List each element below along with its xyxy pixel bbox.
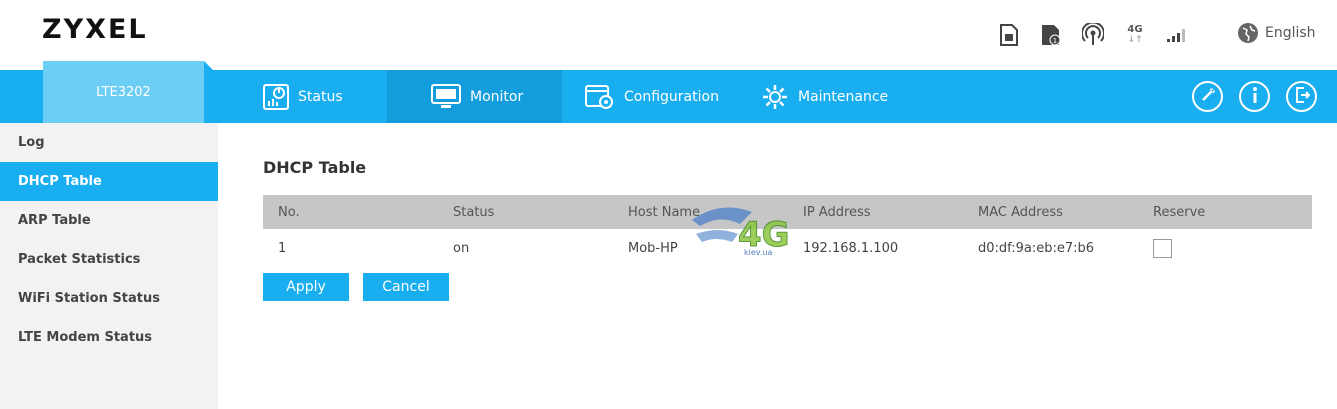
model-tab: LTE3202 xyxy=(43,61,213,123)
nav-configuration[interactable]: Configuration xyxy=(585,70,719,123)
wand-icon xyxy=(1200,87,1216,107)
cancel-button[interactable]: Cancel xyxy=(363,273,449,301)
table-header: No. Status Host Name IP Address MAC Addr… xyxy=(263,195,1312,229)
reserve-checkbox[interactable] xyxy=(1153,238,1172,258)
network-type-label: 4G xyxy=(1127,24,1143,35)
column-header-host-name: Host Name xyxy=(628,204,701,220)
zyxel-logo: ZYXEL xyxy=(42,14,148,45)
nav-maintenance-label: Maintenance xyxy=(798,88,889,105)
nav-status-label: Status xyxy=(298,88,343,105)
cell-status: on xyxy=(453,240,470,256)
model-name: LTE3202 xyxy=(96,84,151,100)
language-label: English xyxy=(1265,25,1316,41)
sidebar-item-label: WiFi Station Status xyxy=(18,291,160,306)
nav-monitor-label: Monitor xyxy=(470,88,524,105)
column-header-ip-address: IP Address xyxy=(803,204,871,220)
sidebar-item-dhcp-table[interactable]: DHCP Table xyxy=(0,162,218,201)
sidebar-item-label: LTE Modem Status xyxy=(18,330,153,345)
sidebar-item-label: DHCP Table xyxy=(18,174,102,189)
sidebar-item-wifi-station-status[interactable]: WiFi Station Status xyxy=(0,279,218,318)
cell-host-name: Mob-HP xyxy=(628,240,678,256)
table-row: 1 on Mob-HP 192.168.1.100 d0:df:9a:eb:e7… xyxy=(263,229,1312,267)
column-header-status: Status xyxy=(453,204,495,220)
sidebar: Log DHCP Table ARP Table Packet Statisti… xyxy=(0,123,218,409)
top-header: ZYXEL 1 4G ↓↑ English xyxy=(0,0,1337,70)
sidebar-item-label: Log xyxy=(18,135,45,150)
globe-icon xyxy=(1238,23,1258,43)
svg-text:1: 1 xyxy=(1053,37,1057,45)
sidebar-item-log[interactable]: Log xyxy=(0,123,218,162)
signal-strength-icon xyxy=(1164,22,1190,48)
network-4g-icon: 4G ↓↑ xyxy=(1127,24,1143,46)
column-header-no: No. xyxy=(278,204,300,220)
dhcp-table: No. Status Host Name IP Address MAC Addr… xyxy=(263,195,1312,267)
language-selector[interactable]: English xyxy=(1238,23,1316,43)
nav-configuration-label: Configuration xyxy=(624,88,719,105)
page-title: DHCP Table xyxy=(263,158,367,177)
sidebar-item-label: ARP Table xyxy=(18,213,91,228)
apply-button[interactable]: Apply xyxy=(263,273,349,301)
nav-status[interactable]: Status xyxy=(250,70,387,123)
sidebar-item-lte-modem-status[interactable]: LTE Modem Status xyxy=(0,318,218,357)
sidebar-item-label: Packet Statistics xyxy=(18,252,141,267)
column-header-reserve: Reserve xyxy=(1153,204,1206,220)
sidebar-item-packet-statistics[interactable]: Packet Statistics xyxy=(0,240,218,279)
cell-no: 1 xyxy=(278,240,287,256)
cell-mac-address: d0:df:9a:eb:e7:b6 xyxy=(978,240,1095,256)
main-nav-bar: LTE3202 Status Monitor Configuration Mai… xyxy=(0,61,1337,123)
monitor-icon xyxy=(431,83,461,110)
sms-icon: 1 xyxy=(1038,22,1064,48)
gear-icon xyxy=(761,83,789,111)
sidebar-item-arp-table[interactable]: ARP Table xyxy=(0,201,218,240)
logout-button[interactable] xyxy=(1286,81,1317,112)
cell-reserve xyxy=(1138,238,1313,258)
nav-maintenance[interactable]: Maintenance xyxy=(761,70,888,123)
status-icon xyxy=(263,83,289,110)
wizard-button[interactable] xyxy=(1192,81,1223,112)
main-content: DHCP Table No. Status Host Name IP Addre… xyxy=(218,123,1337,409)
configuration-icon xyxy=(585,84,615,110)
logout-icon xyxy=(1294,86,1310,108)
column-header-mac-address: MAC Address xyxy=(978,204,1063,220)
sim-card-icon xyxy=(996,22,1022,48)
wifi-antenna-icon xyxy=(1080,22,1106,48)
info-button[interactable] xyxy=(1239,81,1270,112)
info-icon xyxy=(1250,86,1260,108)
nav-monitor[interactable]: Monitor xyxy=(387,70,562,123)
cell-ip-address: 192.168.1.100 xyxy=(803,240,899,256)
